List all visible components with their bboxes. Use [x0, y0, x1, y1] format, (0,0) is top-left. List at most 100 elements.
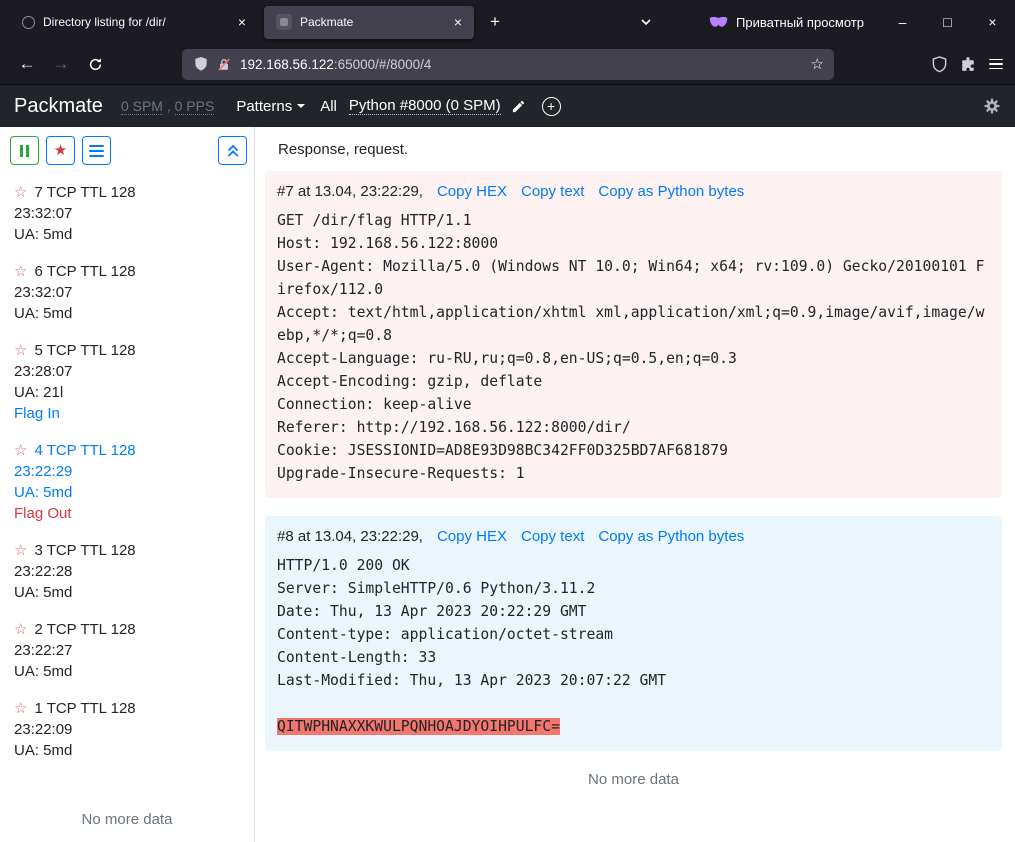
stream-item[interactable]: ☆ 2 TCP TTL 128 23:22:27UA: 5md: [14, 619, 254, 682]
stream-item[interactable]: ☆4 TCP TTL 12823:22:29UA: 5mdFlag Out: [14, 440, 254, 524]
stream-user-agent: UA: 5md: [14, 224, 254, 245]
edit-service-pencil-icon[interactable]: [511, 99, 526, 114]
stream-item[interactable]: ☆ 3 TCP TTL 128 23:22:28UA: 5md: [14, 540, 254, 603]
private-label: Приватный просмотр: [736, 15, 864, 30]
stream-user-agent: UA: 5md: [14, 482, 254, 503]
maximize-button[interactable]: □: [925, 0, 970, 44]
stream-item[interactable]: ☆ 6 TCP TTL 128 23:32:07UA: 5md: [14, 261, 254, 324]
stream-user-agent: UA: 5md: [14, 740, 254, 761]
packet-label: #8 at 13.04, 23:22:29,: [277, 528, 423, 545]
favorite-star-icon[interactable]: ☆: [14, 621, 27, 638]
service-tab-label[interactable]: Python #8000 (0 SPM): [349, 97, 501, 115]
stream-flag-link[interactable]: Flag In: [14, 403, 254, 424]
packet-card: #7 at 13.04, 23:22:29, Copy HEX Copy text C…: [265, 171, 1002, 498]
tab-close-icon[interactable]: ×: [448, 12, 468, 32]
tab-packmate[interactable]: Packmate ×: [264, 6, 474, 39]
stream-title: 1 TCP TTL 128: [34, 700, 135, 717]
stream-time: 23:32:07: [14, 282, 254, 303]
stream-time: 23:28:07: [14, 361, 254, 382]
back-button[interactable]: ←: [10, 49, 44, 79]
filter-note: Response, request.: [278, 141, 1002, 158]
url-text[interactable]: 192.168.56.122:65000/#/8000/4: [240, 57, 431, 72]
packet-content: GET /dir/flag HTTP/1.1 Host: 192.168.56.…: [277, 209, 990, 485]
stream-sidebar: ★ ☆7 TCP TTL 12823:32:07UA: 5md☆6 TCP TT…: [0, 127, 255, 842]
packet-card: #8 at 13.04, 23:22:29, Copy HEX Copy text C…: [265, 516, 1002, 751]
favorite-star-icon[interactable]: ☆: [14, 700, 27, 717]
stream-time: 23:22:27: [14, 640, 254, 661]
stream-list: ☆7 TCP TTL 12823:32:07UA: 5md☆6 TCP TTL …: [0, 165, 254, 805]
page-favicon-icon: [22, 16, 35, 29]
main-no-more-data: No more data: [265, 769, 1002, 788]
list-all-tabs-chevron-icon[interactable]: [631, 7, 661, 37]
pause-capture-button[interactable]: [10, 136, 39, 165]
copy-text-link[interactable]: Copy text: [521, 528, 584, 545]
stream-time: 23:22:29: [14, 461, 254, 482]
browser-window: Directory listing for /dir/ × Packmate ×…: [0, 0, 1015, 842]
new-tab-button[interactable]: +: [480, 7, 510, 37]
private-mask-icon: [709, 16, 728, 28]
sidebar-no-more-data: No more data: [0, 805, 254, 842]
forward-button: →: [44, 49, 78, 79]
packmate-favicon-icon: [276, 14, 292, 30]
extensions-puzzle-icon[interactable]: [960, 56, 977, 73]
tab-directory-listing[interactable]: Directory listing for /dir/ ×: [10, 6, 258, 39]
tab-close-icon[interactable]: ×: [232, 12, 252, 32]
favorite-star-icon[interactable]: ☆: [14, 263, 27, 280]
reload-button[interactable]: [78, 49, 112, 79]
add-service-button[interactable]: +: [542, 97, 561, 116]
stream-user-agent: UA: 5md: [14, 303, 254, 324]
favorite-star-icon[interactable]: ☆: [14, 542, 27, 559]
copy-as-python-bytes-link[interactable]: Copy as Python bytes: [598, 183, 744, 200]
nav-link-all[interactable]: All: [320, 98, 337, 115]
stream-title: 6 TCP TTL 128: [34, 263, 135, 280]
stream-list-button[interactable]: [82, 136, 111, 165]
private-browsing-badge: Приватный просмотр: [709, 15, 864, 30]
settings-gear-icon[interactable]: [983, 97, 1001, 115]
url-bar[interactable]: 192.168.56.122:65000/#/8000/4 ☆: [182, 49, 834, 80]
stream-item[interactable]: ☆ 1 TCP TTL 128 23:22:09UA: 5md: [14, 698, 254, 761]
packet-view: Response, request. #7 at 13.04, 23:22:29…: [255, 127, 1015, 842]
minimize-button[interactable]: –: [880, 0, 925, 44]
copy-hex-link[interactable]: Copy HEX: [437, 528, 507, 545]
bookmark-star-icon[interactable]: ☆: [811, 55, 824, 73]
stream-item[interactable]: ☆7 TCP TTL 12823:32:07UA: 5md: [14, 182, 254, 245]
pause-icon: [20, 145, 29, 157]
copy-hex-link[interactable]: Copy HEX: [437, 183, 507, 200]
close-window-button[interactable]: ×: [970, 0, 1015, 44]
stream-time: 23:22:28: [14, 561, 254, 582]
patterns-dropdown[interactable]: Patterns: [236, 98, 305, 115]
stream-title: 7 TCP TTL 128: [34, 184, 135, 201]
stream-flag-link[interactable]: Flag Out: [14, 503, 254, 524]
scroll-to-top-button[interactable]: [218, 136, 247, 165]
stream-title: 2 TCP TTL 128: [34, 621, 135, 638]
tab-title: Packmate: [300, 15, 440, 29]
copy-text-link[interactable]: Copy text: [521, 183, 584, 200]
protections-shield-icon[interactable]: [931, 56, 948, 73]
tab-title: Directory listing for /dir/: [43, 15, 224, 29]
packet-list: #7 at 13.04, 23:22:29, Copy HEX Copy text C…: [265, 171, 1002, 769]
navigation-bar: ← → 192.168.56.122:65000/#/8000/4 ☆: [0, 44, 1015, 85]
stream-user-agent: UA: 5md: [14, 661, 254, 682]
app-brand[interactable]: Packmate: [14, 95, 103, 118]
packet-label: #7 at 13.04, 23:22:29,: [277, 183, 423, 200]
stream-time: 23:22:09: [14, 719, 254, 740]
caret-down-icon: [297, 104, 305, 108]
hamburger-menu-icon[interactable]: [989, 59, 1003, 70]
favorite-star-icon[interactable]: ☆: [14, 342, 27, 359]
favorite-star-icon[interactable]: ☆: [14, 442, 27, 459]
double-chevron-up-icon: [226, 144, 240, 158]
stream-user-agent: UA: 21l: [14, 382, 254, 403]
stream-title: 3 TCP TTL 128: [34, 542, 135, 559]
tab-bar: Directory listing for /dir/ × Packmate ×…: [0, 0, 1015, 44]
traffic-stats: 0 SPM , 0 PPS: [121, 98, 214, 114]
insecure-lock-icon[interactable]: [217, 57, 231, 72]
stream-item[interactable]: ☆5 TCP TTL 12823:28:07UA: 21lFlag In: [14, 340, 254, 424]
favorite-star-icon[interactable]: ☆: [14, 184, 27, 201]
content-area: ★ ☆7 TCP TTL 12823:32:07UA: 5md☆6 TCP TT…: [0, 127, 1015, 842]
tracking-protection-shield-icon[interactable]: [194, 56, 208, 72]
stream-user-agent: UA: 5md: [14, 582, 254, 603]
favorites-filter-button[interactable]: ★: [46, 136, 75, 165]
list-icon: [89, 145, 104, 157]
copy-as-python-bytes-link[interactable]: Copy as Python bytes: [598, 528, 744, 545]
toolbar-icons: [931, 56, 1005, 73]
